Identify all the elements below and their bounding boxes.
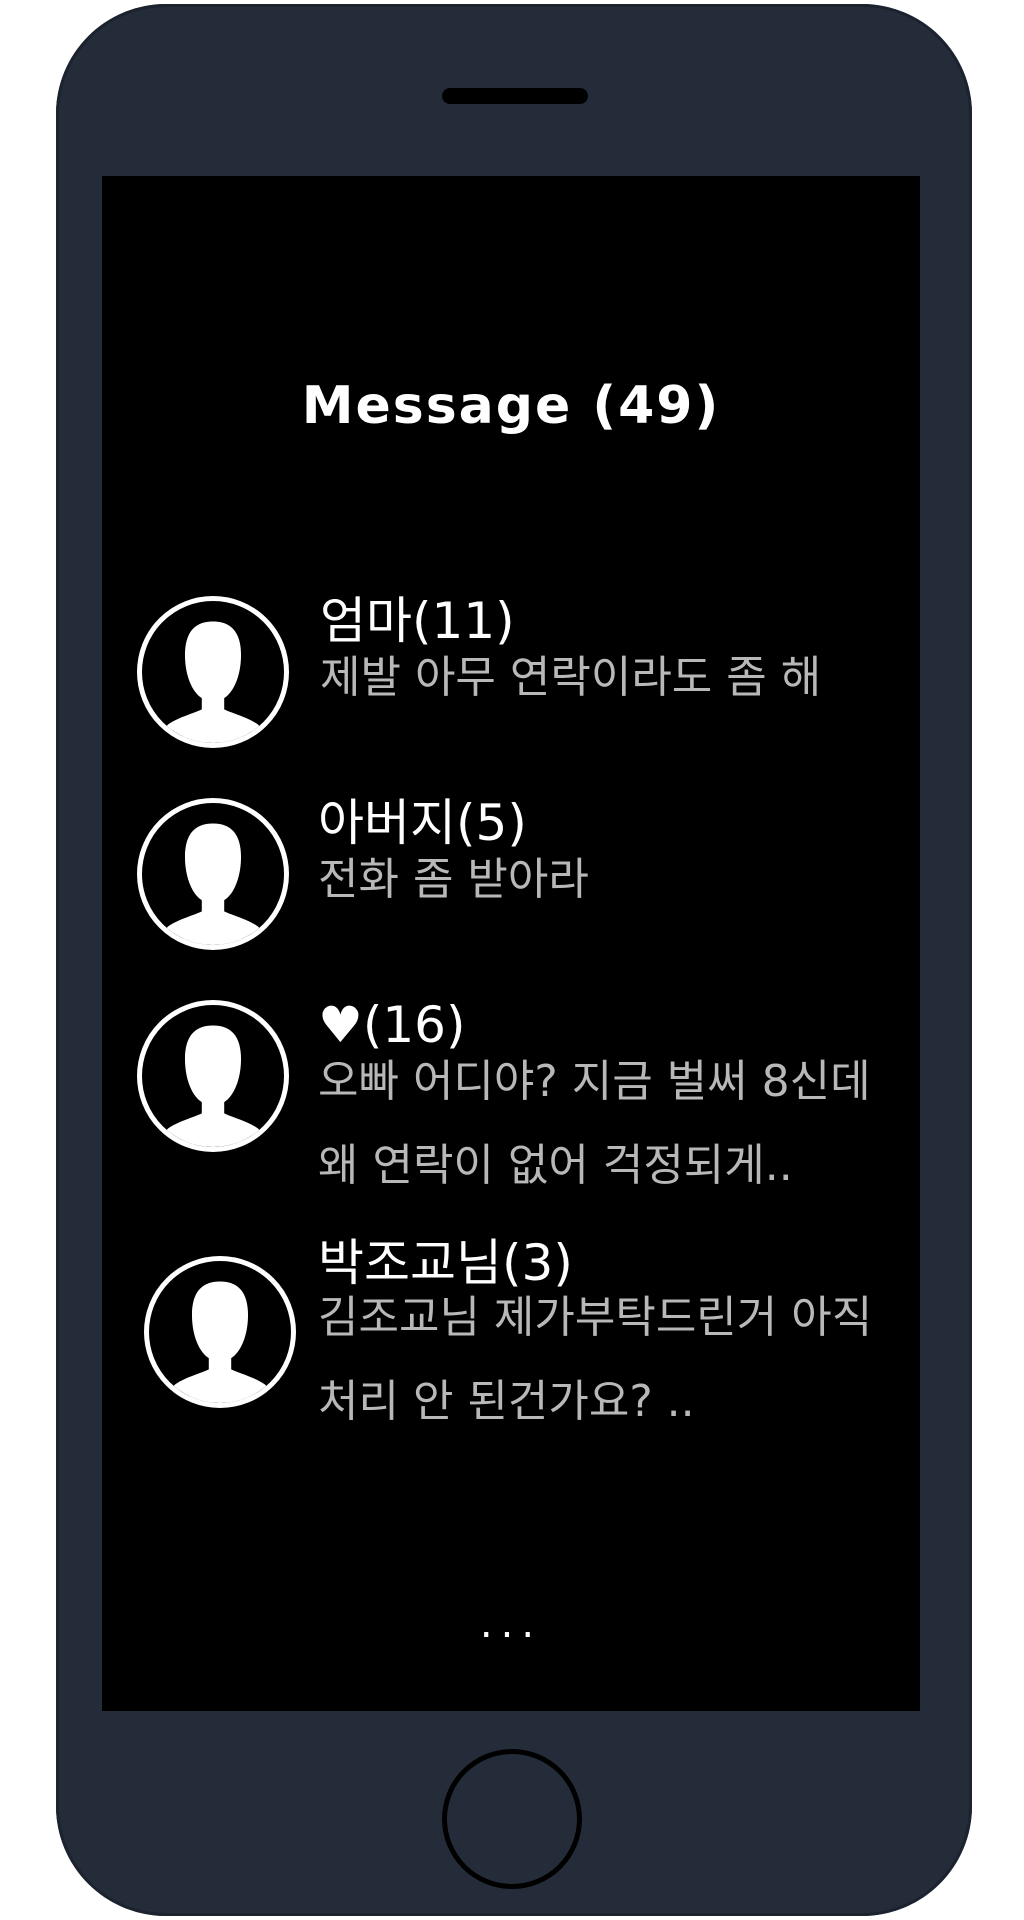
- message-preview: 김조교님 제가부탁드린거 아직 처리 안 된건가요? ..: [318, 1292, 873, 1427]
- avatar: [144, 1256, 296, 1408]
- home-button[interactable]: [442, 1749, 582, 1889]
- title-text: Message: [301, 376, 573, 436]
- avatar: [137, 596, 289, 748]
- avatar: [137, 798, 289, 950]
- speaker-grille: [442, 88, 588, 104]
- message-preview: 오빠 어디야? 지금 벌써 8신데 왜 연락이 없어 걱정되게..: [318, 1056, 871, 1191]
- page-title: Message (49): [102, 376, 920, 436]
- message-preview: 제발 아무 연락이라도 좀 해: [320, 652, 822, 703]
- person-silhouette-icon: [156, 621, 270, 743]
- more-indicator[interactable]: ...: [102, 1601, 920, 1647]
- phone-screen: Message (49) 엄마(11) 제발 아무 연락이라도 좀 해 아버지(…: [102, 176, 920, 1711]
- phone-frame: Message (49) 엄마(11) 제발 아무 연락이라도 좀 해 아버지(…: [56, 4, 972, 1916]
- title-count: (49): [592, 376, 721, 436]
- person-silhouette-icon: [156, 823, 270, 945]
- avatar: [137, 1000, 289, 1152]
- person-silhouette-icon: [163, 1281, 277, 1403]
- person-silhouette-icon: [156, 1025, 270, 1147]
- message-preview: 전화 좀 받아라: [318, 854, 589, 905]
